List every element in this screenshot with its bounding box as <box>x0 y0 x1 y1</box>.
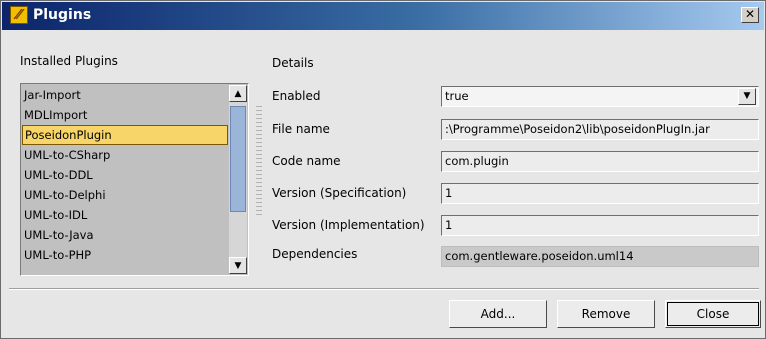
window-title: Plugins <box>33 7 92 23</box>
code-name-label: Code name <box>272 154 341 168</box>
app-logo-icon: ⁄⁄ <box>10 6 28 24</box>
scroll-thumb[interactable] <box>230 106 246 212</box>
plugin-list-scrollbar[interactable]: ▲ ▼ <box>229 85 247 274</box>
plugin-list-item[interactable]: UML-to-IDL <box>22 205 228 225</box>
file-name-field[interactable]: :\Programme\Poseidon2\lib\poseidonPlugIn… <box>441 119 759 140</box>
version-spec-field[interactable]: 1 <box>441 183 759 204</box>
plugin-list-item[interactable]: UML-to-DDL <box>22 165 228 185</box>
version-impl-label: Version (Implementation) <box>272 218 425 232</box>
plugin-list-item[interactable]: MDLImport <box>22 105 228 125</box>
plugin-list-item[interactable]: PoseidonPlugin <box>22 125 228 145</box>
plugin-list[interactable]: Jar-Import MDLImport PoseidonPlugin UML-to-… <box>20 83 249 276</box>
footer-divider <box>9 288 759 290</box>
code-name-field[interactable]: com.plugin <box>441 151 759 172</box>
title-bar[interactable]: ⁄⁄ Plugins ✕ <box>2 2 764 30</box>
dependencies-field: com.gentleware.poseidon.uml14 <box>441 246 759 267</box>
enabled-value: true <box>445 89 469 103</box>
plugin-list-items: Jar-Import MDLImport PoseidonPlugin UML-to-… <box>22 85 228 274</box>
dependencies-label: Dependencies <box>272 247 358 261</box>
version-spec-label: Version (Specification) <box>272 186 407 200</box>
plugin-list-item[interactable]: UML-to-CSharp <box>22 145 228 165</box>
close-button[interactable]: Close <box>665 300 761 328</box>
version-impl-field[interactable]: 1 <box>441 215 759 236</box>
chevron-down-icon[interactable]: ▼ <box>738 88 756 105</box>
plugin-list-item[interactable]: UML-to-Java <box>22 225 228 245</box>
plugin-list-item[interactable]: UML-to-Delphi <box>22 185 228 205</box>
add-button[interactable]: Add... <box>449 300 547 328</box>
plugin-list-item[interactable]: Jar-Import <box>22 85 228 105</box>
scroll-down-icon[interactable]: ▼ <box>229 257 247 274</box>
plugins-dialog: ⁄⁄ Plugins ✕ Installed Plugins Jar-Impor… <box>0 0 766 339</box>
remove-button[interactable]: Remove <box>557 300 655 328</box>
scroll-up-icon[interactable]: ▲ <box>229 85 247 102</box>
window-close-icon[interactable]: ✕ <box>741 7 759 23</box>
details-label: Details <box>272 56 314 70</box>
file-name-label: File name <box>272 122 330 136</box>
plugin-list-item[interactable]: UML-to-PHP <box>22 245 228 265</box>
installed-plugins-label: Installed Plugins <box>20 54 118 68</box>
splitter-grip[interactable] <box>256 106 262 216</box>
enabled-label: Enabled <box>272 89 321 103</box>
enabled-dropdown[interactable]: true ▼ <box>441 86 759 107</box>
